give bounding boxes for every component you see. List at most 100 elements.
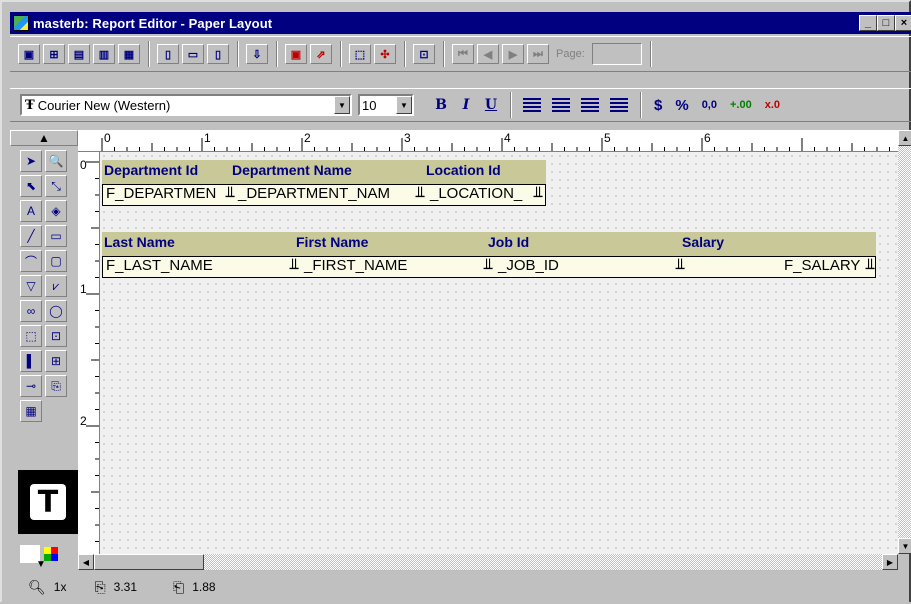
font-size-select[interactable]: 10 ▼ bbox=[358, 94, 414, 116]
field-handle-icon[interactable]: ⫫ bbox=[534, 184, 542, 201]
align-right-icon[interactable] bbox=[581, 98, 599, 112]
field-handle-icon[interactable]: ⫫ bbox=[866, 256, 874, 273]
minimize-button[interactable]: _ bbox=[859, 15, 877, 31]
field-tool-icon[interactable]: ⊞ bbox=[45, 350, 67, 372]
align-left-icon[interactable] bbox=[523, 98, 541, 112]
label-location-id[interactable]: Location Id bbox=[426, 162, 501, 178]
grid-tool-icon[interactable]: ▦ bbox=[20, 400, 42, 422]
ruler-ticks bbox=[86, 161, 99, 542]
polygon-tool-icon[interactable]: ▽ bbox=[20, 275, 42, 297]
italic-button[interactable]: I bbox=[455, 97, 477, 113]
paper-layout-canvas[interactable]: Department Id Department Name Location I… bbox=[100, 152, 898, 554]
ruler-label: 0 bbox=[104, 131, 111, 145]
section-group: ▯ ▭ ▯ bbox=[149, 41, 238, 67]
magnify-icon[interactable]: 🔍 bbox=[45, 150, 67, 172]
horizontal-scroll-thumb[interactable] bbox=[94, 554, 204, 570]
scroll-up-icon[interactable]: ▲ bbox=[898, 130, 911, 146]
field-flow-icon[interactable]: ⇩ bbox=[246, 44, 268, 64]
field-first-name[interactable]: _FIRST_NAME bbox=[304, 257, 407, 274]
frame-tool-icon[interactable]: ⬚ bbox=[20, 325, 42, 347]
label-first-name[interactable]: First Name bbox=[296, 234, 368, 250]
label-department-id[interactable]: Department Id bbox=[104, 162, 198, 178]
palette-up-arrow-icon[interactable]: ▲ bbox=[10, 130, 78, 146]
percent-button[interactable]: % bbox=[675, 97, 688, 114]
select-arrow-icon[interactable]: ➤ bbox=[20, 150, 42, 172]
chart-tool-icon[interactable]: ▌ bbox=[20, 350, 42, 372]
field-handle-icon[interactable]: ⫫ bbox=[484, 256, 492, 273]
trailer-section-icon[interactable]: ▯ bbox=[207, 44, 229, 64]
text-format-preview[interactable]: T bbox=[18, 470, 78, 534]
bold-button[interactable]: B bbox=[430, 97, 452, 113]
field-salary[interactable]: F_SALARY bbox=[784, 257, 860, 274]
rotate-icon[interactable]: ⤡ bbox=[45, 175, 67, 197]
fill-color-icon[interactable]: ◈ bbox=[45, 200, 67, 222]
close-button[interactable]: × bbox=[895, 15, 911, 31]
field-handle-icon[interactable]: ⫫ bbox=[416, 184, 424, 201]
remove-decimal-button[interactable]: x.0 bbox=[765, 99, 780, 111]
view-group: ▣ ⊞ ▤ ▥ ▦ bbox=[10, 41, 149, 67]
color-palette-icon[interactable] bbox=[44, 547, 58, 561]
link-file-icon[interactable]: ⊸ bbox=[20, 375, 42, 397]
label-salary[interactable]: Salary bbox=[682, 234, 724, 250]
justify-icon[interactable] bbox=[610, 98, 628, 112]
add-decimal-button[interactable]: +.00 bbox=[730, 99, 752, 111]
scroll-down-icon[interactable]: ▼ bbox=[898, 538, 911, 554]
polyline-tool-icon[interactable]: ⩗ bbox=[45, 275, 67, 297]
first-page-icon[interactable]: ⏮ bbox=[452, 44, 474, 64]
field-department-name[interactable]: _DEPARTMENT_NAM bbox=[238, 185, 390, 202]
field-location-id[interactable]: _LOCATION_ bbox=[430, 185, 522, 202]
label-last-name[interactable]: Last Name bbox=[104, 234, 175, 250]
align-icon[interactable]: ⊡ bbox=[413, 44, 435, 64]
group-frame-icon[interactable]: ✣ bbox=[374, 44, 396, 64]
label-department-name[interactable]: Department Name bbox=[232, 162, 352, 178]
next-page-icon[interactable]: ▶ bbox=[502, 44, 524, 64]
field-last-name[interactable]: F_LAST_NAME bbox=[106, 257, 213, 274]
magnify-icon: 🔍︎ bbox=[28, 578, 46, 595]
align-center-icon[interactable] bbox=[552, 98, 570, 112]
title-bar[interactable]: masterb: Report Editor - Paper Layout _ … bbox=[10, 12, 911, 34]
page-number-input[interactable] bbox=[591, 43, 642, 65]
ellipse-tool-icon[interactable]: ◯ bbox=[45, 300, 67, 322]
field-handle-icon[interactable]: ⫫ bbox=[226, 184, 234, 201]
vertical-scrollbar[interactable]: ▲ ▼ bbox=[898, 130, 911, 554]
arc-tool-icon[interactable]: ⌒ bbox=[20, 250, 42, 272]
data-model-icon[interactable]: ⊞ bbox=[43, 44, 65, 64]
live-previewer-icon[interactable]: ▥ bbox=[93, 44, 115, 64]
palette-down-arrow-icon[interactable]: ▼ bbox=[36, 559, 46, 570]
anchor-tool-icon[interactable]: ⎘ bbox=[45, 375, 67, 397]
confine-mode-icon[interactable]: ▣ bbox=[285, 44, 307, 64]
label-job-id[interactable]: Job Id bbox=[488, 234, 529, 250]
underline-button[interactable]: U bbox=[480, 97, 502, 113]
last-page-icon[interactable]: ⏭ bbox=[527, 44, 549, 64]
rectangle-tool-icon[interactable]: ▭ bbox=[45, 225, 67, 247]
chevron-down-icon[interactable]: ▼ bbox=[396, 96, 412, 114]
rounded-rect-icon[interactable]: ▢ bbox=[45, 250, 67, 272]
header-section-icon[interactable]: ▯ bbox=[157, 44, 179, 64]
reshape-icon[interactable]: ⬉ bbox=[20, 175, 42, 197]
currency-button[interactable]: $ bbox=[654, 97, 662, 114]
report-builder-icon[interactable] bbox=[13, 15, 29, 31]
report-icon[interactable]: ▣ bbox=[18, 44, 40, 64]
commas-button[interactable]: 0,0 bbox=[702, 99, 717, 111]
field-handle-icon[interactable]: ⫫ bbox=[290, 256, 298, 273]
parameter-form-icon[interactable]: ▦ bbox=[118, 44, 140, 64]
previous-page-icon[interactable]: ◀ bbox=[477, 44, 499, 64]
field-department-id[interactable]: F_DEPARTMEN bbox=[106, 185, 216, 202]
layout-model-icon[interactable]: ▤ bbox=[68, 44, 90, 64]
chevron-down-icon[interactable]: ▼ bbox=[334, 96, 350, 114]
repeating-frame-icon[interactable]: ⊡ bbox=[45, 325, 67, 347]
horizontal-scrollbar[interactable]: ◀ ▶ bbox=[78, 554, 898, 570]
field-job-id[interactable]: _JOB_ID bbox=[498, 257, 559, 274]
line-tool-icon[interactable]: ╱ bbox=[20, 225, 42, 247]
restore-button[interactable]: □ bbox=[877, 15, 895, 31]
freehand-tool-icon[interactable]: ∞ bbox=[20, 300, 42, 322]
zoom-status: 🔍︎ 1x bbox=[28, 579, 66, 596]
font-name-select[interactable]: Ŧ Courier New (Western) ▼ bbox=[20, 94, 352, 116]
field-handle-icon[interactable]: ⫫ bbox=[676, 256, 684, 273]
scroll-right-icon[interactable]: ▶ bbox=[882, 554, 898, 570]
select-parent-icon[interactable]: ⬚ bbox=[349, 44, 371, 64]
flex-mode-icon[interactable]: ⇗ bbox=[310, 44, 332, 64]
text-tool-icon[interactable]: A bbox=[20, 200, 42, 222]
scroll-left-icon[interactable]: ◀ bbox=[78, 554, 94, 570]
main-section-icon[interactable]: ▭ bbox=[182, 44, 204, 64]
